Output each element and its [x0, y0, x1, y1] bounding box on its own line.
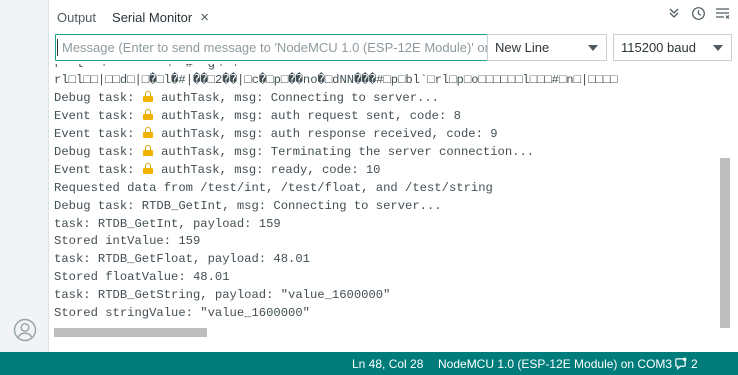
- console-line-text: authTask, msg: auth request sent, code: …: [153, 108, 461, 123]
- console-line-text: Debug task: RTDB_GetInt, msg: Connecting…: [54, 198, 442, 213]
- tab-serial-monitor[interactable]: Serial Monitor ×: [104, 0, 217, 34]
- clock-icon[interactable]: [690, 5, 706, 21]
- panel-tabbar: Output Serial Monitor ×: [49, 0, 738, 34]
- lock-icon: [142, 144, 153, 156]
- account-icon[interactable]: [13, 318, 37, 342]
- console-line: Event task: authTask, msg: ready, code: …: [54, 162, 732, 180]
- console-line: Debug task: authTask, msg: Terminating t…: [54, 144, 732, 162]
- line-ending-value: New Line: [495, 40, 550, 55]
- console-line-prefix: Event task:: [54, 126, 142, 141]
- horizontal-scrollbar[interactable]: [54, 328, 207, 337]
- cursor-position[interactable]: Ln 48, Col 28: [352, 352, 423, 375]
- console-line: Event task: authTask, msg: auth request …: [54, 108, 732, 126]
- console-line: Debug task: authTask, msg: Connecting to…: [54, 90, 732, 108]
- tab-serial-monitor-label: Serial Monitor: [112, 9, 193, 25]
- console-line: Stored intValue: 159: [54, 233, 732, 251]
- console-line-text: authTask, msg: ready, code: 10: [153, 162, 381, 177]
- serial-toolbar: New Line 115200 baud: [49, 34, 738, 62]
- close-icon[interactable]: ×: [200, 10, 209, 25]
- console-line-text: task: RTDB_GetFloat, payload: 48.01: [54, 252, 310, 267]
- console-line: task: RTDB_GetString, payload: "value_16…: [54, 287, 732, 305]
- tab-output-label: Output: [57, 9, 97, 25]
- console-line: Stored floatValue: 48.01: [54, 269, 732, 287]
- console-line-prefix: Debug task:: [54, 144, 142, 159]
- console-line: Stored stringValue: "value_1600000": [54, 305, 732, 323]
- notifications[interactable]: 2: [674, 352, 698, 375]
- console-line-text: authTask, msg: auth response received, c…: [153, 126, 498, 141]
- console-line: task: RTDB_GetFloat, payload: 48.01: [54, 251, 732, 269]
- notification-icon: [675, 357, 687, 370]
- console-line-text: task: RTDB_GetString, payload: "value_16…: [54, 288, 391, 303]
- panel-actions: [666, 5, 730, 21]
- line-ending-select[interactable]: New Line: [487, 34, 607, 61]
- tab-output[interactable]: Output: [49, 0, 104, 34]
- console-line-text: Stored floatValue: 48.01: [54, 270, 230, 285]
- console-line-text: Stored stringValue: "value_1600000": [54, 306, 310, 321]
- chevron-down-icon: [588, 44, 598, 51]
- console-line: task: RTDB_GetInt, payload: 159: [54, 216, 732, 234]
- text-caret: [57, 39, 58, 56]
- baud-rate-select[interactable]: 115200 baud: [613, 34, 732, 61]
- chevron-down-double-icon[interactable]: [666, 5, 682, 21]
- chevron-down-icon: [713, 44, 723, 51]
- console-line: Event task: authTask, msg: auth response…: [54, 126, 732, 144]
- notification-count: 2: [691, 356, 698, 371]
- lock-icon: [142, 90, 153, 102]
- baud-rate-value: 115200 baud: [621, 40, 696, 55]
- console-line-text: Requested data from /test/int, /test/flo…: [54, 180, 493, 195]
- console-line: rl□l□□|□□d□|□�□l�#|��□2��|□c�□p□��no�□dN…: [54, 73, 618, 87]
- console-line-prefix: Event task:: [54, 108, 142, 123]
- list-icon[interactable]: [714, 5, 730, 21]
- board-port-status[interactable]: NodeMCU 1.0 (ESP-12E Module) on COM3: [438, 352, 672, 375]
- console-line: Debug task: RTDB_GetInt, msg: Connecting…: [54, 198, 732, 216]
- lock-icon: [142, 162, 153, 174]
- console-lines: Debug task: authTask, msg: Connecting to…: [54, 90, 732, 323]
- arduino-ide-panel: Output Serial Monitor × New Line 115200 …: [0, 0, 738, 375]
- console-line-text: task: RTDB_GetInt, payload: 159: [54, 216, 281, 231]
- console-line-text: authTask, msg: Connecting to server...: [153, 90, 439, 105]
- console-line-prefix: Debug task:: [54, 90, 142, 105]
- console-line-text: authTask, msg: Terminating the server co…: [153, 144, 535, 159]
- console-line: Requested data from /test/int, /test/flo…: [54, 180, 732, 198]
- console-line-prefix: Event task:: [54, 162, 142, 177]
- console-line: r l ¬ ¬ # g¬ ¬: [54, 64, 252, 71]
- status-bar: Ln 48, Col 28 NodeMCU 1.0 (ESP-12E Modul…: [0, 352, 738, 375]
- console-line-text: Stored intValue: 159: [54, 234, 201, 249]
- lock-icon: [142, 108, 153, 120]
- activity-bar: [0, 0, 49, 352]
- serial-output[interactable]: r l ¬ ¬ # g¬ ¬ rl□l□□|□□d□|□�□l�#|��□2��…: [49, 64, 732, 352]
- lock-icon: [142, 126, 153, 138]
- message-input[interactable]: [55, 34, 531, 61]
- vertical-scrollbar[interactable]: [720, 158, 730, 328]
